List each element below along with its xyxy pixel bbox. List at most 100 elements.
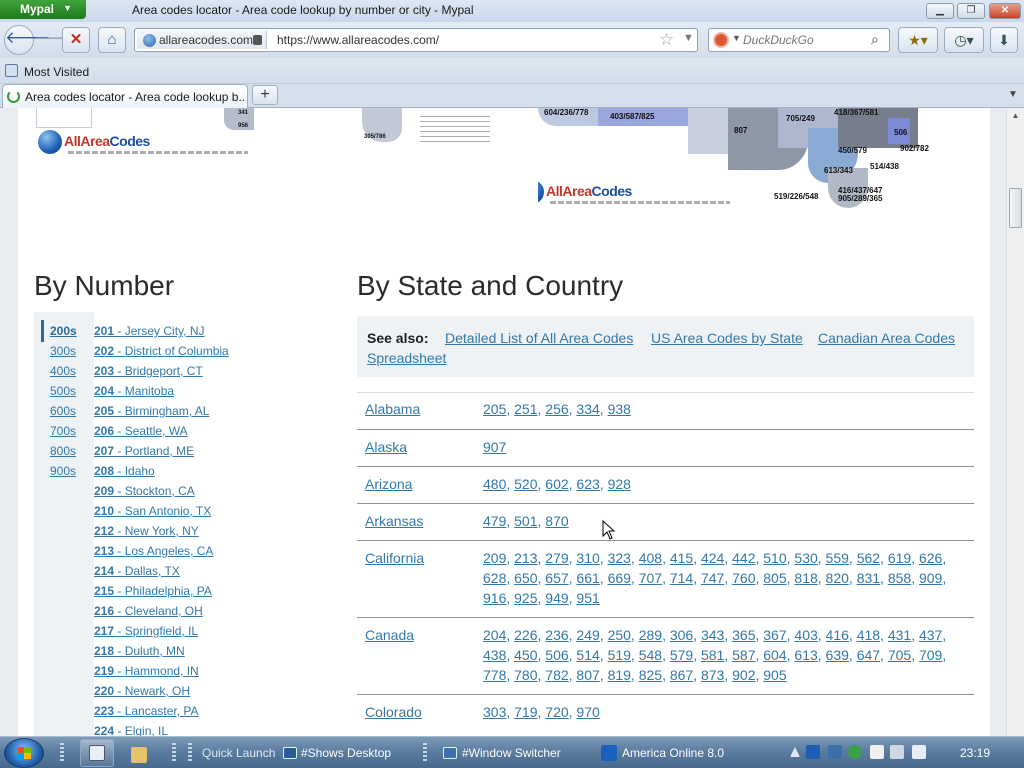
taskbar-grip[interactable] xyxy=(60,743,64,763)
state-link[interactable]: Arkansas xyxy=(365,513,423,529)
spreadsheet-link[interactable]: Spreadsheet xyxy=(367,350,446,366)
area-code-link[interactable]: 714 xyxy=(670,570,693,586)
state-link[interactable]: Alaska xyxy=(365,439,407,455)
area-code-link[interactable]: 343 xyxy=(701,627,724,643)
area-code-link[interactable]: 669 xyxy=(608,570,631,586)
area-code-link[interactable]: 916 xyxy=(483,590,506,606)
area-code-link[interactable]: 613 xyxy=(794,647,817,663)
clock[interactable]: 23:19 xyxy=(960,746,990,760)
area-code-map-image[interactable]: 305/786 xyxy=(358,108,498,148)
area-code-link[interactable]: 647 xyxy=(857,647,880,663)
area-code-link[interactable]: 213 xyxy=(514,550,537,566)
area-code-link[interactable]: 303 xyxy=(483,704,506,720)
taskbar-grip[interactable] xyxy=(172,743,176,763)
area-code-link[interactable]: 820 xyxy=(826,570,849,586)
area-code-link[interactable]: 925 xyxy=(514,590,537,606)
taskbar-grip[interactable] xyxy=(423,743,427,763)
keyboard-icon[interactable] xyxy=(828,745,842,759)
area-code-link[interactable]: 530 xyxy=(794,550,817,566)
area-code-link[interactable]: 628 xyxy=(483,570,506,586)
area-code-link[interactable]: 249 xyxy=(576,627,599,643)
chevron-down-icon[interactable]: ▼ xyxy=(732,33,741,43)
area-code-link[interactable]: 778 xyxy=(483,667,506,683)
area-code-link[interactable]: 480 xyxy=(483,476,506,492)
area-code-link[interactable]: 209 xyxy=(483,550,506,566)
area-code-link[interactable]: 657 xyxy=(545,570,568,586)
area-code-link[interactable]: 760 xyxy=(732,570,755,586)
area-code-link[interactable]: 519 xyxy=(608,647,631,663)
hundreds-link-600s[interactable]: 600s xyxy=(50,404,76,418)
area-code-link-207[interactable]: 207 - Portland, ME xyxy=(94,444,194,458)
close-window-button[interactable]: ✕ xyxy=(989,3,1021,19)
area-code-link[interactable]: 709 xyxy=(919,647,942,663)
maximize-button[interactable]: ❐ xyxy=(957,3,985,19)
state-link[interactable]: Canada xyxy=(365,627,414,643)
area-code-link[interactable]: 226 xyxy=(514,627,537,643)
area-code-link[interactable]: 720 xyxy=(545,704,568,720)
tab-area-codes[interactable]: Area codes locator - Area code lookup b.… xyxy=(2,84,248,108)
duckduckgo-icon[interactable] xyxy=(713,32,729,48)
hundreds-link-500s[interactable]: 500s xyxy=(50,384,76,398)
bookmarks-menu-button[interactable]: ★▾ xyxy=(898,27,938,53)
scroll-up-icon[interactable]: ▲ xyxy=(1007,108,1024,124)
area-code-link[interactable]: 323 xyxy=(608,550,631,566)
area-code-link[interactable]: 418 xyxy=(857,627,880,643)
area-code-link[interactable]: 424 xyxy=(701,550,724,566)
search-icon[interactable]: ⌕ xyxy=(871,31,879,48)
area-code-link[interactable]: 438 xyxy=(483,647,506,663)
security-shield-icon[interactable] xyxy=(848,745,862,759)
area-code-link-220[interactable]: 220 - Newark, OH xyxy=(94,684,190,698)
area-code-link[interactable]: 479 xyxy=(483,513,506,529)
area-code-link[interactable]: 236 xyxy=(545,627,568,643)
area-code-link-202[interactable]: 202 - District of Columbia xyxy=(94,344,229,358)
most-visited-bookmark[interactable]: Most Visited xyxy=(24,65,89,79)
minimize-button[interactable]: ▁ xyxy=(926,3,954,19)
area-code-link[interactable]: 579 xyxy=(670,647,693,663)
area-code-link-209[interactable]: 209 - Stockton, CA xyxy=(94,484,195,498)
area-code-link[interactable]: 587 xyxy=(732,647,755,663)
area-code-link-201[interactable]: 201 - Jersey City, NJ xyxy=(94,324,205,338)
taskbar-grip[interactable] xyxy=(188,743,192,763)
shows-desktop-label[interactable]: #Shows Desktop xyxy=(301,746,391,760)
area-code-link-216[interactable]: 216 - Cleveland, OH xyxy=(94,604,203,618)
area-code-link[interactable]: 619 xyxy=(888,550,911,566)
area-code-link[interactable]: 819 xyxy=(608,667,631,683)
area-code-link[interactable]: 403 xyxy=(794,627,817,643)
area-code-link[interactable]: 905 xyxy=(763,667,786,683)
area-code-link[interactable]: 334 xyxy=(576,401,599,417)
url-text[interactable]: https://www.allareacodes.com/ xyxy=(277,33,439,47)
network-icon[interactable] xyxy=(890,745,904,759)
back-button[interactable]: 🡐 xyxy=(4,25,51,55)
area-code-link[interactable]: 559 xyxy=(826,550,849,566)
taskbar-app-mypal[interactable] xyxy=(80,739,114,767)
stop-button[interactable]: ✕ xyxy=(62,27,90,53)
area-code-link[interactable]: 909 xyxy=(919,570,942,586)
area-code-link[interactable]: 310 xyxy=(576,550,599,566)
area-code-link[interactable]: 870 xyxy=(545,513,568,529)
bookmark-star-icon[interactable]: ☆ xyxy=(659,30,674,50)
area-code-link-224[interactable]: 224 - Elgin, IL xyxy=(94,724,168,736)
area-code-link[interactable]: 747 xyxy=(701,570,724,586)
scrollbar-thumb[interactable] xyxy=(1009,188,1022,228)
detailed-list-link[interactable]: Detailed List of All Area Codes xyxy=(445,330,633,346)
area-code-link[interactable]: 416 xyxy=(826,627,849,643)
area-code-link[interactable]: 825 xyxy=(639,667,662,683)
area-code-link[interactable]: 805 xyxy=(763,570,786,586)
area-code-link[interactable]: 867 xyxy=(670,667,693,683)
area-code-link[interactable]: 938 xyxy=(608,401,631,417)
area-code-link[interactable]: 873 xyxy=(701,667,724,683)
area-code-link[interactable]: 548 xyxy=(639,647,662,663)
area-code-link-203[interactable]: 203 - Bridgeport, CT xyxy=(94,364,203,378)
state-link[interactable]: California xyxy=(365,550,424,566)
action-center-flag-icon[interactable] xyxy=(870,745,884,759)
state-link[interactable]: Arizona xyxy=(365,476,412,492)
forward-button[interactable]: 🡒 xyxy=(34,27,74,53)
area-code-link[interactable]: 367 xyxy=(763,627,786,643)
aol-taskbar-label[interactable]: America Online 8.0 xyxy=(622,746,724,760)
area-code-link[interactable]: 818 xyxy=(794,570,817,586)
us-area-codes-link[interactable]: US Area Codes by State xyxy=(651,330,803,346)
site-identity-button[interactable]: allareacodes.com xyxy=(137,31,267,49)
area-code-link[interactable]: 442 xyxy=(732,550,755,566)
history-button[interactable]: ◷▾ xyxy=(944,27,984,53)
area-code-link[interactable]: 365 xyxy=(732,627,755,643)
